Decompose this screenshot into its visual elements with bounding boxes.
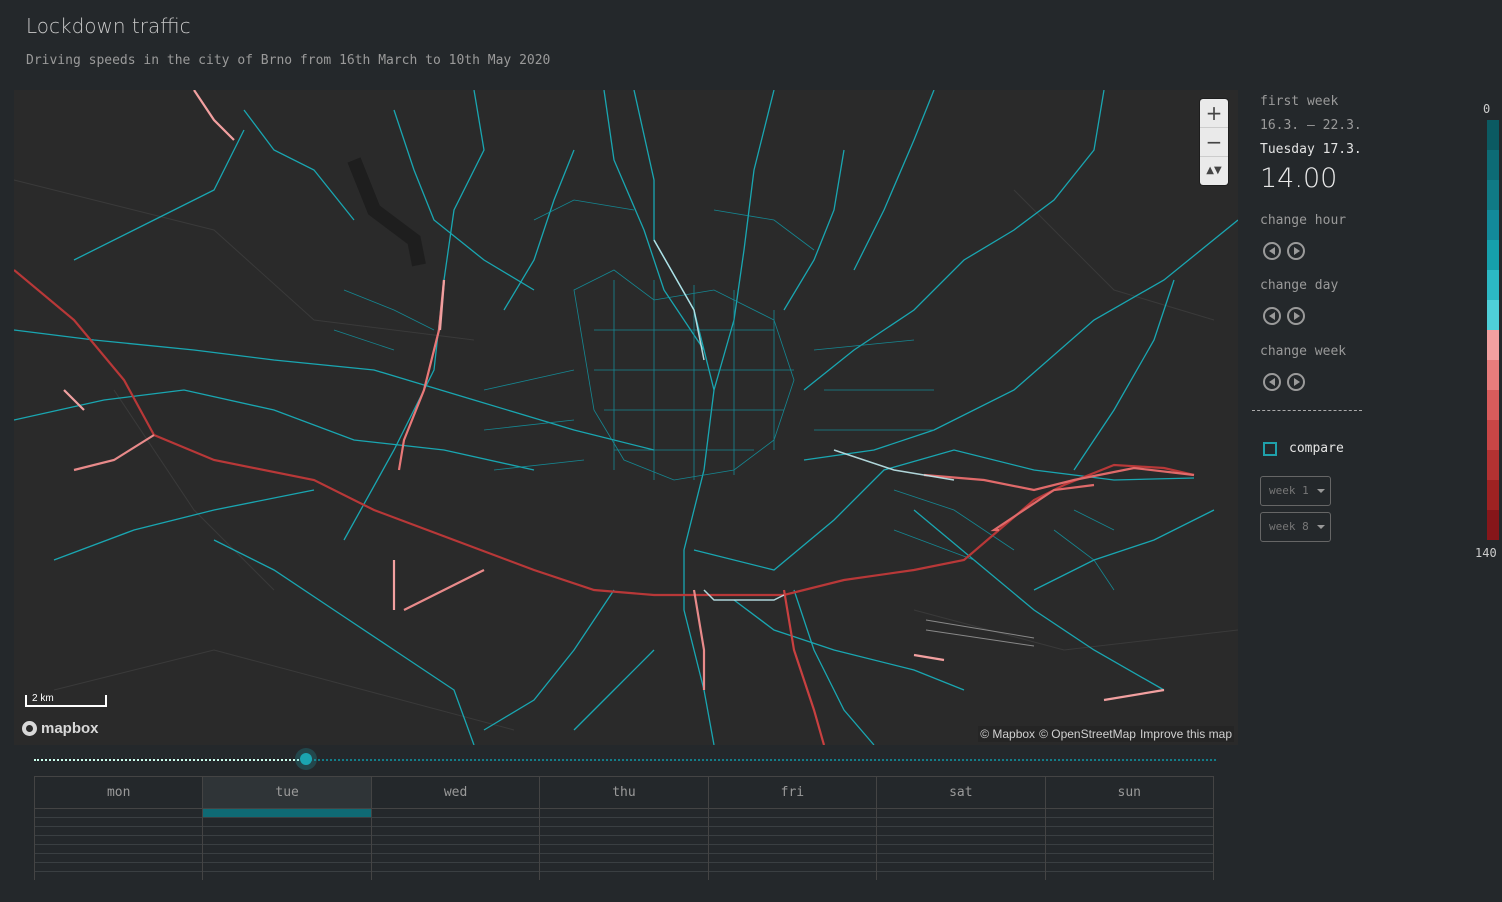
week-range: 16.3. – 22.3. xyxy=(1260,118,1362,133)
legend-swatch xyxy=(1487,180,1499,210)
panel-divider xyxy=(1252,410,1362,411)
next-day-button[interactable] xyxy=(1287,307,1305,325)
speed-legend xyxy=(1487,120,1499,540)
legend-swatch xyxy=(1487,390,1499,420)
week-select-1[interactable]: week 1 xyxy=(1260,476,1331,506)
day-column-wed[interactable]: wed xyxy=(371,777,541,880)
legend-swatch xyxy=(1487,240,1499,270)
change-hour-label: change hour xyxy=(1260,213,1347,228)
compare-toggle[interactable]: compare xyxy=(1263,441,1344,456)
day-column-mon[interactable]: mon xyxy=(35,777,204,880)
day-column-sat[interactable]: sat xyxy=(877,777,1046,880)
prev-day-button[interactable] xyxy=(1263,307,1281,325)
legend-min-label: 0 xyxy=(1483,102,1491,116)
day-label: thu xyxy=(540,777,708,809)
day-label: wed xyxy=(371,777,540,809)
change-day-label: change day xyxy=(1260,278,1339,293)
mapbox-logo-icon xyxy=(22,721,37,736)
time-slider[interactable] xyxy=(34,753,1216,765)
compass-button[interactable]: ▲▼ xyxy=(1200,157,1228,185)
day-label: tue xyxy=(203,777,371,809)
day-label: fri xyxy=(708,777,877,809)
zoom-control: + − ▲▼ xyxy=(1200,99,1228,185)
day-column-sun[interactable]: sun xyxy=(1045,777,1213,880)
legend-swatch xyxy=(1487,360,1499,390)
attribution-osm-link[interactable]: © OpenStreetMap xyxy=(1039,727,1136,741)
slider-progress xyxy=(34,759,306,761)
legend-max-label: 140 xyxy=(1475,546,1497,560)
mapbox-logo[interactable]: mapbox xyxy=(22,720,99,737)
current-day: Tuesday 17.3. xyxy=(1260,142,1362,157)
day-column-thu[interactable]: thu xyxy=(540,777,709,880)
legend-swatch xyxy=(1487,270,1499,300)
compare-label: compare xyxy=(1289,441,1344,456)
legend-swatch xyxy=(1487,300,1499,330)
week-select-2[interactable]: week 8 xyxy=(1260,512,1331,542)
legend-swatch xyxy=(1487,510,1499,540)
legend-swatch xyxy=(1487,210,1499,240)
day-label: sun xyxy=(1045,777,1213,809)
traffic-map[interactable]: + − ▲▼ 2 km mapbox © Mapbox © OpenStreet… xyxy=(14,90,1238,745)
legend-swatch xyxy=(1487,150,1499,180)
change-week-label: change week xyxy=(1260,344,1347,359)
improve-map-link[interactable]: Improve this map xyxy=(1140,727,1232,741)
hour-rows[interactable] xyxy=(35,809,203,880)
map-scale: 2 km xyxy=(25,694,107,707)
legend-swatch xyxy=(1487,120,1499,150)
day-label: sat xyxy=(877,777,1045,809)
hour-rows[interactable] xyxy=(1045,809,1213,880)
hour-rows[interactable] xyxy=(540,809,708,880)
week-name: first week xyxy=(1260,94,1339,109)
prev-week-button[interactable] xyxy=(1263,373,1281,391)
mapbox-logo-text: mapbox xyxy=(41,720,99,737)
current-hour: 14.00 xyxy=(1260,163,1338,194)
hour-rows[interactable] xyxy=(203,809,371,880)
slider-handle[interactable] xyxy=(300,753,312,765)
attribution-mapbox-link[interactable]: © Mapbox xyxy=(980,727,1035,741)
compare-checkbox[interactable] xyxy=(1263,441,1277,456)
legend-swatch xyxy=(1487,480,1499,510)
hour-rows[interactable] xyxy=(708,809,877,880)
day-arrows xyxy=(1263,307,1305,325)
zoom-in-button[interactable]: + xyxy=(1200,99,1228,128)
road-network xyxy=(14,90,1238,745)
day-column-fri[interactable]: fri xyxy=(708,777,878,880)
legend-swatch xyxy=(1487,420,1499,450)
hour-rows[interactable] xyxy=(877,809,1045,880)
page-subtitle: Driving speeds in the city of Brno from … xyxy=(26,53,551,68)
legend-swatch xyxy=(1487,450,1499,480)
map-attribution: © Mapbox © OpenStreetMap Improve this ma… xyxy=(978,726,1234,742)
next-week-button[interactable] xyxy=(1287,373,1305,391)
legend-swatch xyxy=(1487,330,1499,360)
week-grid: mon tue wed thu fri sat sun xyxy=(34,776,1214,880)
active-hour-indicator xyxy=(203,809,371,817)
slider-track xyxy=(306,759,1216,761)
page-title: Lockdown traffic xyxy=(26,14,191,38)
prev-hour-button[interactable] xyxy=(1263,242,1281,260)
hour-arrows xyxy=(1263,242,1305,260)
week-arrows xyxy=(1263,373,1305,391)
next-hour-button[interactable] xyxy=(1287,242,1305,260)
day-label: mon xyxy=(35,777,203,809)
hour-rows[interactable] xyxy=(371,809,540,880)
day-column-tue[interactable]: tue xyxy=(203,777,372,880)
zoom-out-button[interactable]: − xyxy=(1200,128,1228,157)
